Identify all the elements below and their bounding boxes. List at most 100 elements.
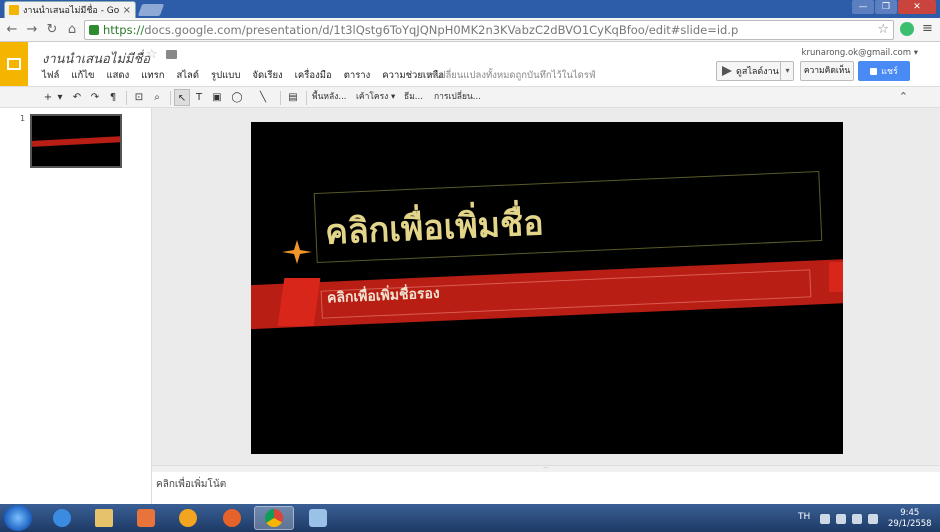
secure-lock-icon [89,25,99,35]
menu-table[interactable]: ตาราง [344,68,371,83]
sparkle-icon [282,240,312,264]
zoom-icon[interactable]: ⌕ [150,89,164,106]
firefox-icon[interactable] [212,506,252,530]
menu-bar: ไฟล์ แก้ไข แสดง แทรก สไลด์ รูปแบบ จัดเรี… [42,68,444,83]
reload-icon[interactable]: ↻ [44,22,60,38]
browser-menu-icon[interactable]: ≡ [922,21,933,36]
file-explorer-icon[interactable] [84,506,124,530]
layout-button[interactable]: เค้าโครง ▾ [356,89,395,106]
text-box-icon[interactable]: T [192,89,206,106]
new-tab-button[interactable] [137,4,165,16]
minimize-button[interactable]: — [852,0,874,14]
window-controls: — ❐ ✕ [852,0,936,16]
internet-explorer-icon[interactable] [42,506,82,530]
network-icon[interactable] [852,514,862,524]
media-app-icon[interactable] [168,506,208,530]
redo-icon[interactable]: ↷ [88,89,102,106]
chrome-icon[interactable] [254,506,294,530]
home-icon[interactable]: ⌂ [64,22,80,38]
address-bar[interactable]: https://docs.google.com/presentation/d/1… [84,20,894,40]
menu-slide[interactable]: สไลด์ [176,68,199,83]
menu-view[interactable]: แสดง [106,68,129,83]
slide-thumbnail[interactable] [30,114,122,168]
banner-end-accent [829,262,843,292]
save-status[interactable]: การเปลี่ยนแปลงทั้งหมดถูกบันทึกไว้ในไดรฟ์ [420,68,596,83]
show-hidden-icons-icon[interactable] [820,514,830,524]
notes-resize-handle[interactable]: ··· [152,465,940,472]
comments-button[interactable]: ความคิดเห็น [800,61,854,81]
speaker-notes[interactable]: คลิกเพื่อเพิ่มโน้ต [152,472,940,504]
screen: งานนำเสนอไม่มีชื่อ - Google × — ❐ ✕ ← → … [0,0,940,532]
close-window-button[interactable]: ✕ [898,0,936,14]
browser-tab[interactable]: งานนำเสนอไม่มีชื่อ - Google × [4,1,136,18]
thumbnail-band [32,135,120,147]
line-icon[interactable]: ╲ [254,89,272,106]
transition-button[interactable]: การเปลี่ยน... [434,89,481,106]
theme-button[interactable]: ธีม... [404,89,423,106]
action-center-icon[interactable] [836,514,846,524]
slide[interactable]: คลิกเพื่อเพิ่มชื่อ คลิกเพื่อเพิ่มชื่อรอง [251,122,843,454]
image-icon[interactable]: ▣ [210,89,224,106]
input-language[interactable]: TH [798,512,810,522]
lock-icon [870,67,878,75]
comment-icon[interactable]: ▤ [286,89,300,106]
url-path: docs.google.com/presentation/d/1t3lQstg6… [144,23,739,37]
slide-filmstrip: 1 [0,108,152,504]
menu-file[interactable]: ไฟล์ [42,68,59,83]
new-slide-icon[interactable]: + [40,89,56,106]
share-label: แชร์ [881,67,898,77]
system-clock[interactable]: 9:45 29/1/2558 [888,508,932,530]
tab-close-icon[interactable]: × [123,5,131,16]
zoom-fit-icon[interactable]: ⊡ [132,89,146,106]
browser-tab-strip: งานนำเสนอไม่มีชื่อ - Google × — ❐ ✕ [0,0,940,18]
start-button-icon[interactable] [4,505,32,531]
bookmark-star-icon[interactable]: ☆ [877,22,889,37]
present-dropdown-icon[interactable]: ▾ [780,61,794,81]
present-label: ดูสไลด์งาน [736,67,779,77]
menu-edit[interactable]: แก้ไข [71,68,94,83]
media-player-icon[interactable] [126,506,166,530]
star-document-icon[interactable]: ☆ [146,47,158,62]
back-arrow-icon[interactable]: ← [4,22,20,38]
slide-canvas: คลิกเพื่อเพิ่มชื่อ คลิกเพื่อเพิ่มชื่อรอง [152,108,940,465]
notes-placeholder[interactable]: คลิกเพื่อเพิ่มโน้ต [156,477,226,492]
forward-arrow-icon[interactable]: → [24,22,40,38]
document-title[interactable]: งานนำเสนอไม่มีชื่อ [42,48,150,69]
undo-icon[interactable]: ↶ [70,89,84,106]
toolbar-divider [280,91,281,105]
menu-tools[interactable]: เครื่องมือ [295,68,332,83]
menu-format[interactable]: รูปแบบ [211,68,240,83]
browser-toolbar: ← → ↻ ⌂ https://docs.google.com/presenta… [0,18,940,42]
background-button[interactable]: พื้นหลัง... [312,89,346,106]
select-cursor-icon[interactable]: ↖ [174,89,190,106]
shape-icon[interactable]: ◯ [228,89,246,106]
toolbar-divider [170,91,171,105]
toolbar-divider [306,91,307,105]
play-icon [722,66,732,76]
share-button[interactable]: แชร์ [858,61,910,81]
banner-accent [277,278,321,326]
paint-format-icon[interactable]: ¶ [106,89,120,106]
clock-date: 29/1/2558 [888,519,932,529]
editor-toolbar: + ▾ ↶ ↷ ¶ ⊡ ⌕ ↖ T ▣ ◯ ╲ ▤ พื้นหลัง... เค… [0,86,940,108]
paint-icon[interactable] [298,506,338,530]
toolbar-divider [126,91,127,105]
slides-logo-icon[interactable] [0,42,28,86]
menu-insert[interactable]: แทรก [141,68,164,83]
clock-time: 9:45 [900,508,920,518]
slide-number: 1 [20,114,26,123]
menu-arrange[interactable]: จัดเรียง [252,68,282,83]
account-email[interactable]: krunarong.ok@gmail.com ▾ [802,48,918,58]
folder-icon[interactable] [166,50,177,59]
volume-icon[interactable] [868,514,878,524]
collapse-menu-icon[interactable]: ⌃ [899,90,908,103]
new-slide-dropdown-icon[interactable]: ▾ [56,89,64,106]
tab-title: งานนำเสนอไม่มีชื่อ - Google [23,6,119,16]
maximize-button[interactable]: ❐ [875,0,897,14]
docs-header: งานนำเสนอไม่มีชื่อ ☆ ไฟล์ แก้ไข แสดง แทร… [0,42,940,86]
title-placeholder[interactable]: คลิกเพื่อเพิ่มชื่อ [324,195,545,258]
url-scheme: https:// [103,23,145,37]
slides-favicon-icon [9,5,19,15]
extension-icon[interactable] [900,22,914,36]
windows-taskbar: TH 9:45 29/1/2558 [0,504,940,532]
